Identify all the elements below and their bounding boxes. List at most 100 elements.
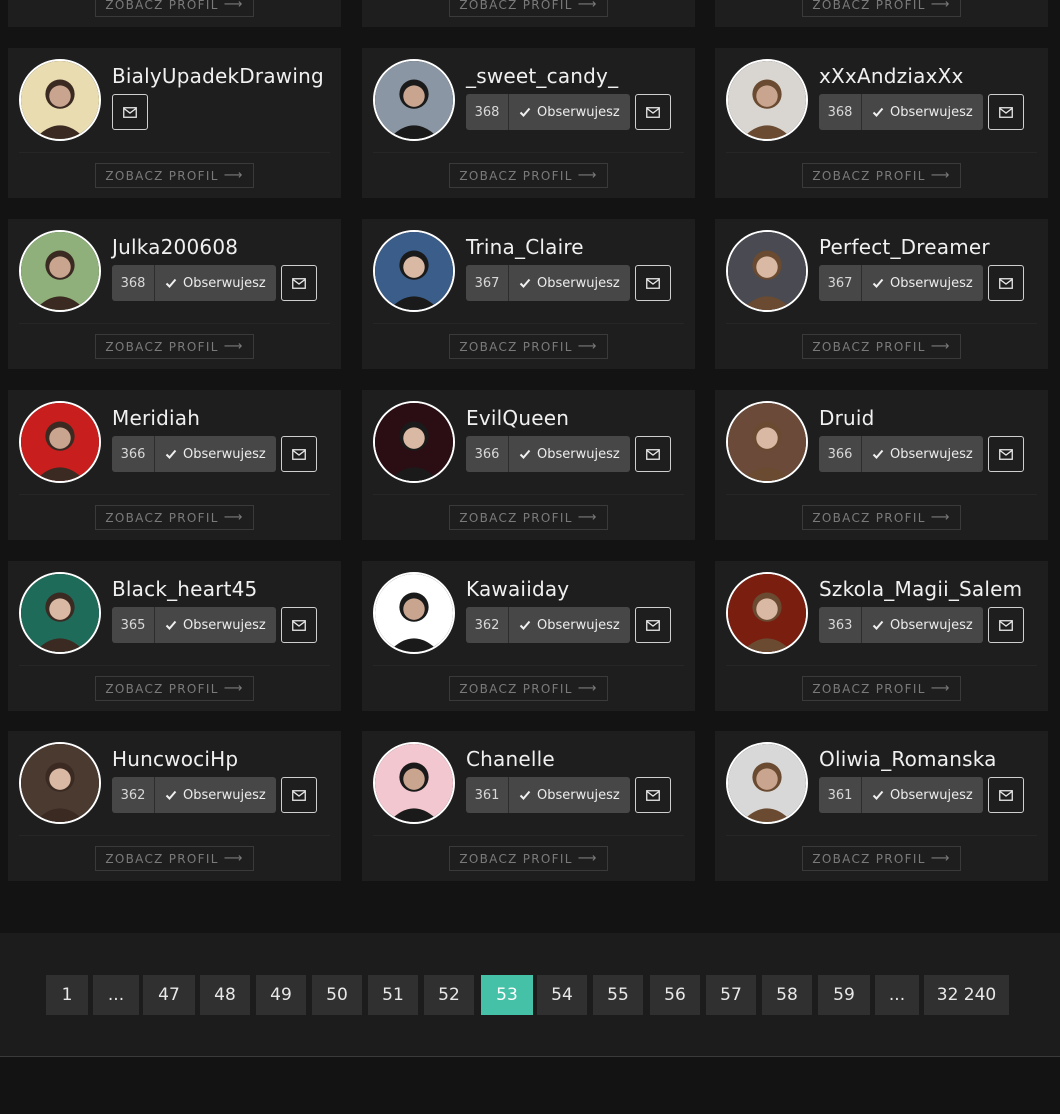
message-button[interactable] xyxy=(987,94,1024,130)
page-link-49[interactable]: 49 xyxy=(256,975,306,1015)
following-button[interactable]: Obserwujesz xyxy=(862,436,983,472)
following-button[interactable]: Obserwujesz xyxy=(155,436,276,472)
following-button[interactable]: Obserwujesz xyxy=(862,607,983,643)
view-profile-label: ZOBACZ PROFIL xyxy=(105,0,219,12)
message-button[interactable] xyxy=(987,607,1024,643)
message-button[interactable] xyxy=(634,265,671,301)
avatar[interactable] xyxy=(19,230,101,312)
view-profile-button[interactable]: ZOBACZ PROFIL ⟶ xyxy=(802,676,961,701)
page-link-47[interactable]: 47 xyxy=(143,975,195,1015)
avatar[interactable] xyxy=(373,230,455,312)
message-button[interactable] xyxy=(634,777,671,813)
avatar[interactable] xyxy=(19,401,101,483)
page-link-53[interactable]: 53 xyxy=(481,975,533,1015)
username[interactable]: Black_heart45 xyxy=(112,577,257,601)
username[interactable]: Meridiah xyxy=(112,406,200,430)
username[interactable]: Kawaiiday xyxy=(466,577,569,601)
page-link-59[interactable]: 59 xyxy=(818,975,870,1015)
username[interactable]: Szkola_Magii_Salem xyxy=(819,577,1022,601)
page-link-50[interactable]: 50 xyxy=(312,975,362,1015)
username[interactable]: Trina_Claire xyxy=(466,235,584,259)
page-link-51[interactable]: 51 xyxy=(368,975,418,1015)
view-profile-button[interactable]: ZOBACZ PROFIL ⟶ xyxy=(95,334,254,359)
page-link-54[interactable]: 54 xyxy=(537,975,587,1015)
avatar[interactable] xyxy=(373,59,455,141)
message-button[interactable] xyxy=(112,94,148,130)
view-profile-button[interactable]: ZOBACZ PROFIL ⟶ xyxy=(449,334,608,359)
page-link-57[interactable]: 57 xyxy=(706,975,756,1015)
envelope-icon xyxy=(645,103,660,122)
view-profile-button[interactable]: ZOBACZ PROFIL ⟶ xyxy=(449,676,608,701)
avatar[interactable] xyxy=(373,401,455,483)
message-button[interactable] xyxy=(987,265,1024,301)
pagination-ellipsis: ... xyxy=(93,975,139,1015)
username[interactable]: _sweet_candy_ xyxy=(466,64,618,88)
message-button[interactable] xyxy=(987,777,1024,813)
message-button[interactable] xyxy=(634,607,671,643)
page-link-52[interactable]: 52 xyxy=(424,975,474,1015)
username[interactable]: HuncwociHp xyxy=(112,747,238,771)
following-button[interactable]: Obserwujesz xyxy=(509,94,630,130)
page-link-56[interactable]: 56 xyxy=(650,975,700,1015)
message-button[interactable] xyxy=(634,94,671,130)
username[interactable]: Oliwia_Romanska xyxy=(819,747,997,771)
following-label: Obserwujesz xyxy=(537,617,620,633)
view-profile-button[interactable]: ZOBACZ PROFIL ⟶ xyxy=(449,163,608,188)
username[interactable]: Julka200608 xyxy=(112,235,238,259)
following-button[interactable]: Obserwujesz xyxy=(155,265,276,301)
avatar[interactable] xyxy=(726,572,808,654)
following-label: Obserwujesz xyxy=(890,275,973,291)
following-button[interactable]: Obserwujesz xyxy=(509,436,630,472)
check-icon xyxy=(519,789,531,801)
page-link-32240[interactable]: 32 240 xyxy=(924,975,1009,1015)
view-profile-button[interactable]: ZOBACZ PROFIL ⟶ xyxy=(449,0,608,17)
avatar[interactable] xyxy=(726,401,808,483)
avatar[interactable] xyxy=(19,59,101,141)
view-profile-button[interactable]: ZOBACZ PROFIL ⟶ xyxy=(449,846,608,871)
view-profile-button[interactable]: ZOBACZ PROFIL ⟶ xyxy=(802,163,961,188)
view-profile-button[interactable]: ZOBACZ PROFIL ⟶ xyxy=(95,163,254,188)
view-profile-button[interactable]: ZOBACZ PROFIL ⟶ xyxy=(95,676,254,701)
view-profile-button[interactable]: ZOBACZ PROFIL ⟶ xyxy=(449,505,608,530)
following-button[interactable]: Obserwujesz xyxy=(509,607,630,643)
view-profile-button[interactable]: ZOBACZ PROFIL ⟶ xyxy=(95,0,254,17)
page-link-55[interactable]: 55 xyxy=(593,975,643,1015)
avatar[interactable] xyxy=(19,742,101,824)
view-profile-button[interactable]: ZOBACZ PROFIL ⟶ xyxy=(802,0,961,17)
page-link-58[interactable]: 58 xyxy=(762,975,812,1015)
message-button[interactable] xyxy=(280,265,317,301)
avatar[interactable] xyxy=(726,742,808,824)
username[interactable]: EvilQueen xyxy=(466,406,569,430)
following-button[interactable]: Obserwujesz xyxy=(862,777,983,813)
message-button[interactable] xyxy=(987,436,1024,472)
view-profile-button[interactable]: ZOBACZ PROFIL ⟶ xyxy=(802,505,961,530)
avatar[interactable] xyxy=(373,572,455,654)
username[interactable]: xXxAndziaxXx xyxy=(819,64,964,88)
view-profile-button[interactable]: ZOBACZ PROFIL ⟶ xyxy=(802,334,961,359)
following-button[interactable]: Obserwujesz xyxy=(155,777,276,813)
following-button[interactable]: Obserwujesz xyxy=(155,607,276,643)
following-button[interactable]: Obserwujesz xyxy=(509,265,630,301)
username[interactable]: Perfect_Dreamer xyxy=(819,235,990,259)
page-link-1[interactable]: 1 xyxy=(46,975,88,1015)
message-button[interactable] xyxy=(634,436,671,472)
profile-actions: 367 Obserwujesz xyxy=(466,265,671,301)
message-button[interactable] xyxy=(280,436,317,472)
profile-actions: 366 Obserwujesz xyxy=(112,436,317,472)
following-button[interactable]: Obserwujesz xyxy=(862,94,983,130)
message-button[interactable] xyxy=(280,607,317,643)
view-profile-button[interactable]: ZOBACZ PROFIL ⟶ xyxy=(802,846,961,871)
username[interactable]: Druid xyxy=(819,406,875,430)
view-profile-button[interactable]: ZOBACZ PROFIL ⟶ xyxy=(95,846,254,871)
page-link-48[interactable]: 48 xyxy=(200,975,250,1015)
username[interactable]: BialyUpadekDrawing xyxy=(112,64,324,88)
avatar[interactable] xyxy=(373,742,455,824)
avatar[interactable] xyxy=(19,572,101,654)
following-button[interactable]: Obserwujesz xyxy=(862,265,983,301)
avatar[interactable] xyxy=(726,59,808,141)
username[interactable]: Chanelle xyxy=(466,747,555,771)
following-button[interactable]: Obserwujesz xyxy=(509,777,630,813)
avatar[interactable] xyxy=(726,230,808,312)
message-button[interactable] xyxy=(280,777,317,813)
view-profile-button[interactable]: ZOBACZ PROFIL ⟶ xyxy=(95,505,254,530)
